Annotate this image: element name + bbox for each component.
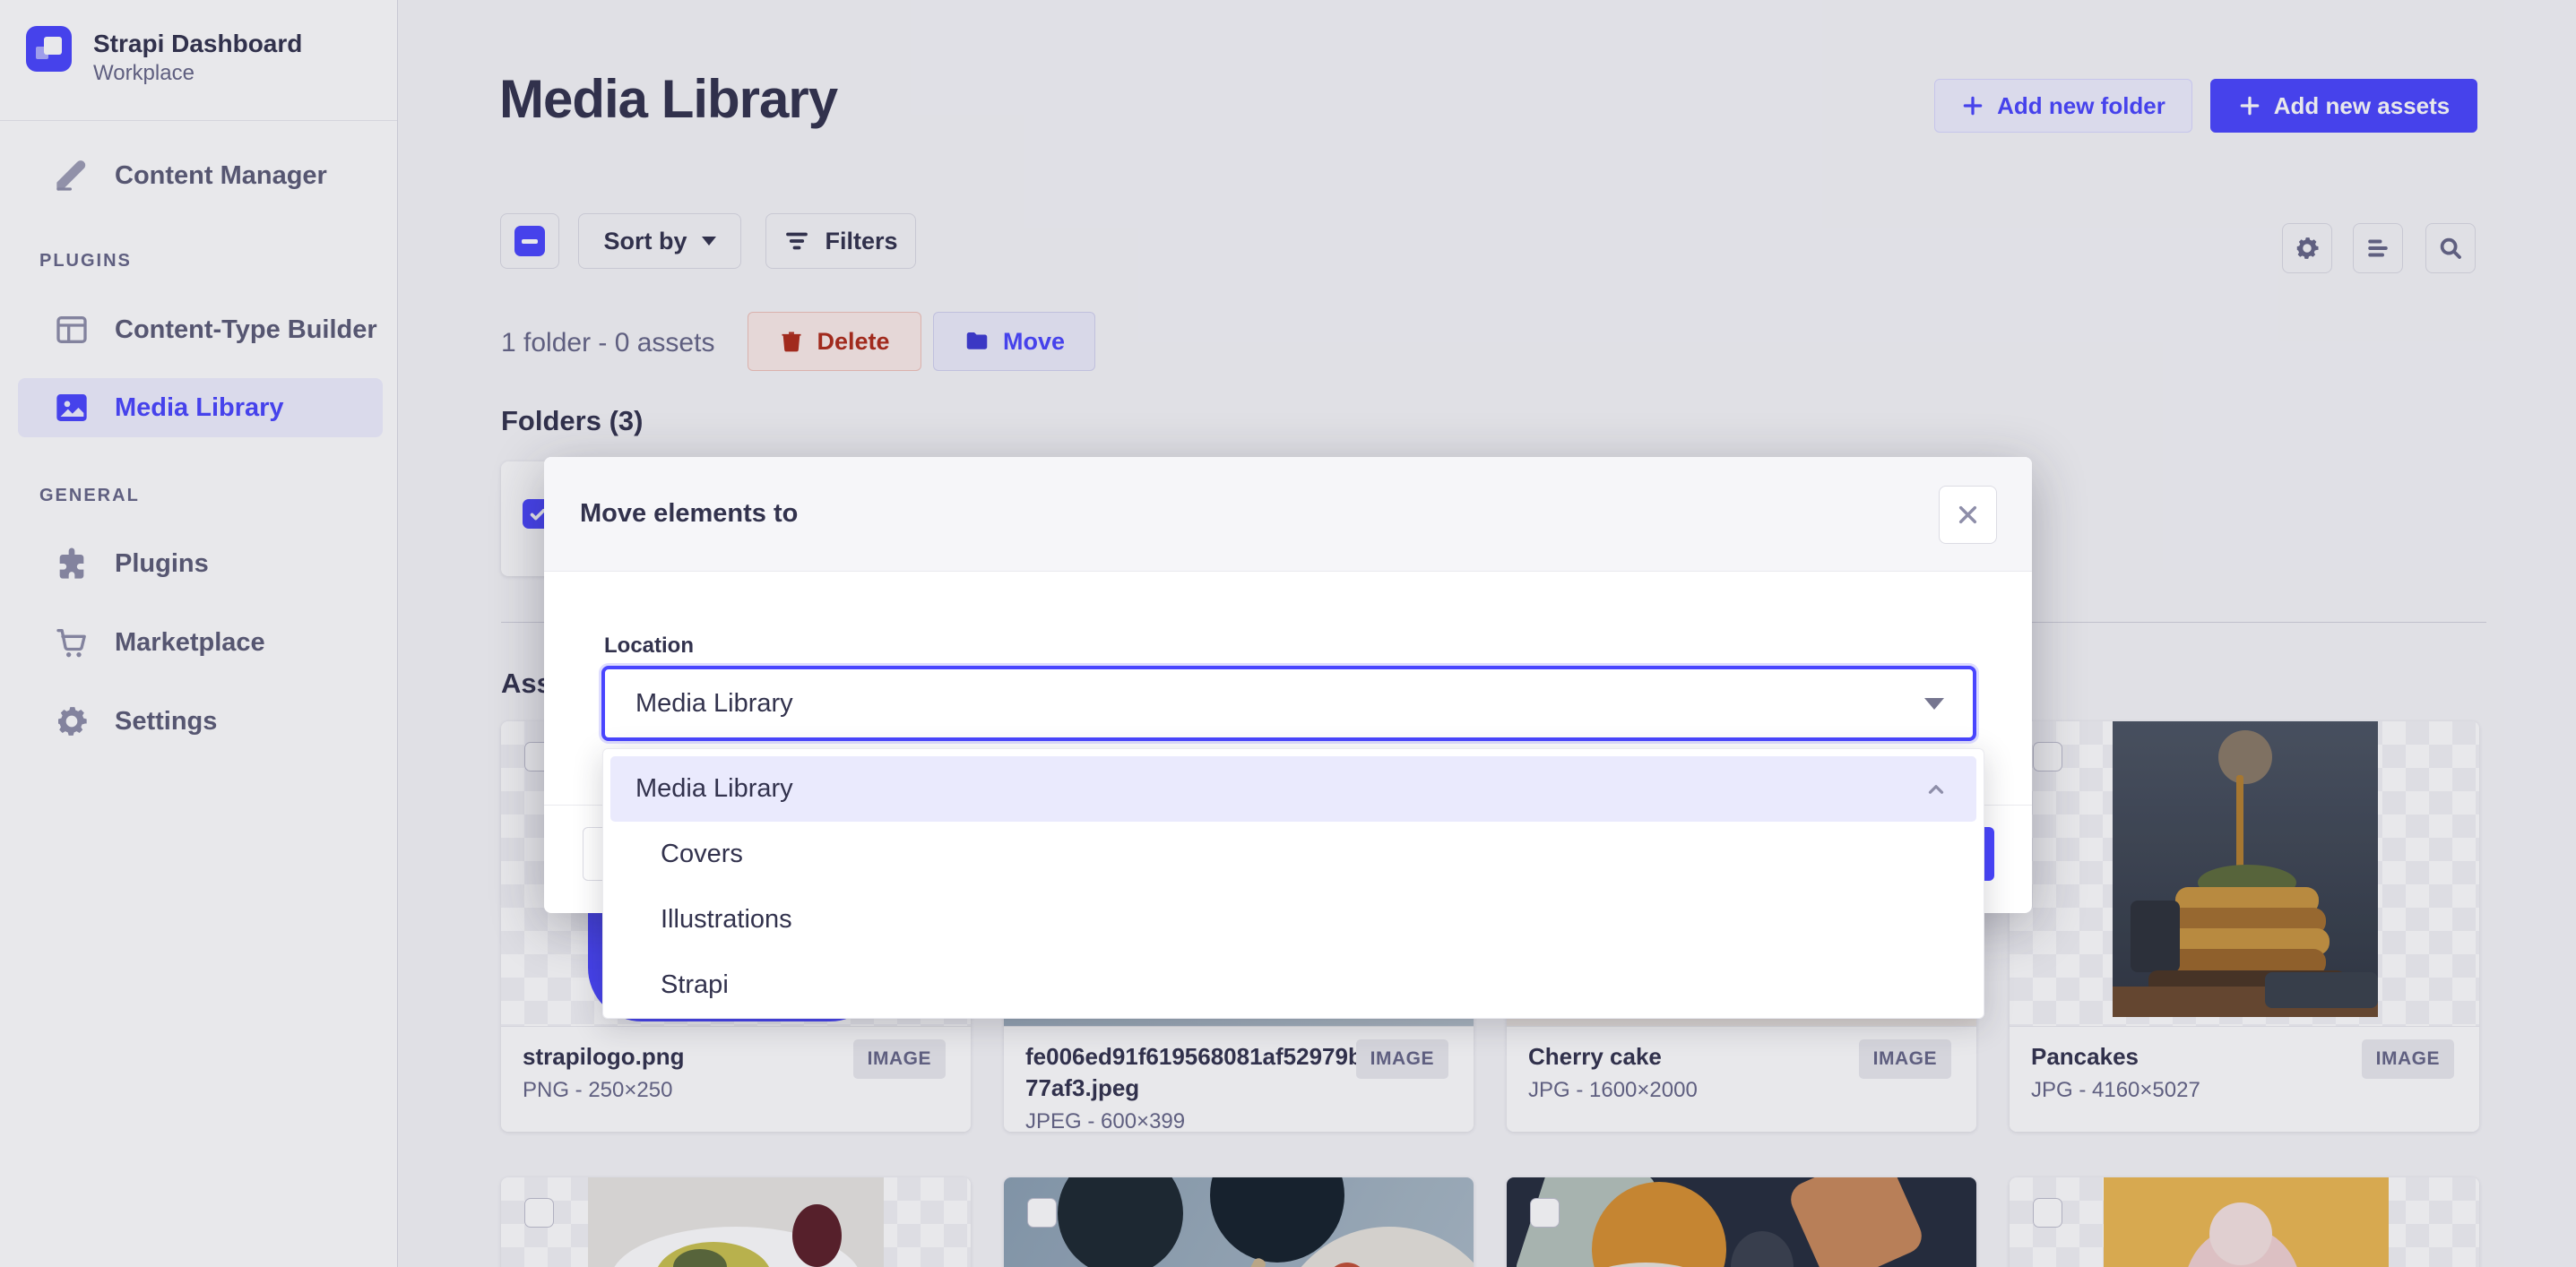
modal-header: Move elements to xyxy=(544,457,2032,572)
chevron-down-icon xyxy=(1924,698,1944,710)
modal-close-button[interactable] xyxy=(1939,486,1997,544)
dropdown-option-strapi[interactable]: Strapi xyxy=(610,952,1976,1018)
close-icon xyxy=(1956,503,1980,527)
dropdown-option-illustrations[interactable]: Illustrations xyxy=(610,887,1976,952)
modal-title: Move elements to xyxy=(580,499,798,529)
location-select-value: Media Library xyxy=(635,689,793,719)
dropdown-option-media-library[interactable]: Media Library xyxy=(610,756,1976,822)
dropdown-option-covers[interactable]: Covers xyxy=(610,822,1976,887)
location-select[interactable]: Media Library xyxy=(601,666,1976,741)
location-dropdown: Media Library Covers Illustrations Strap… xyxy=(602,748,1984,1019)
location-label: Location xyxy=(604,634,694,659)
media-library-page: Strapi Dashboard Workplace Content Manag… xyxy=(0,0,2576,1267)
chevron-up-icon xyxy=(1924,778,1948,801)
